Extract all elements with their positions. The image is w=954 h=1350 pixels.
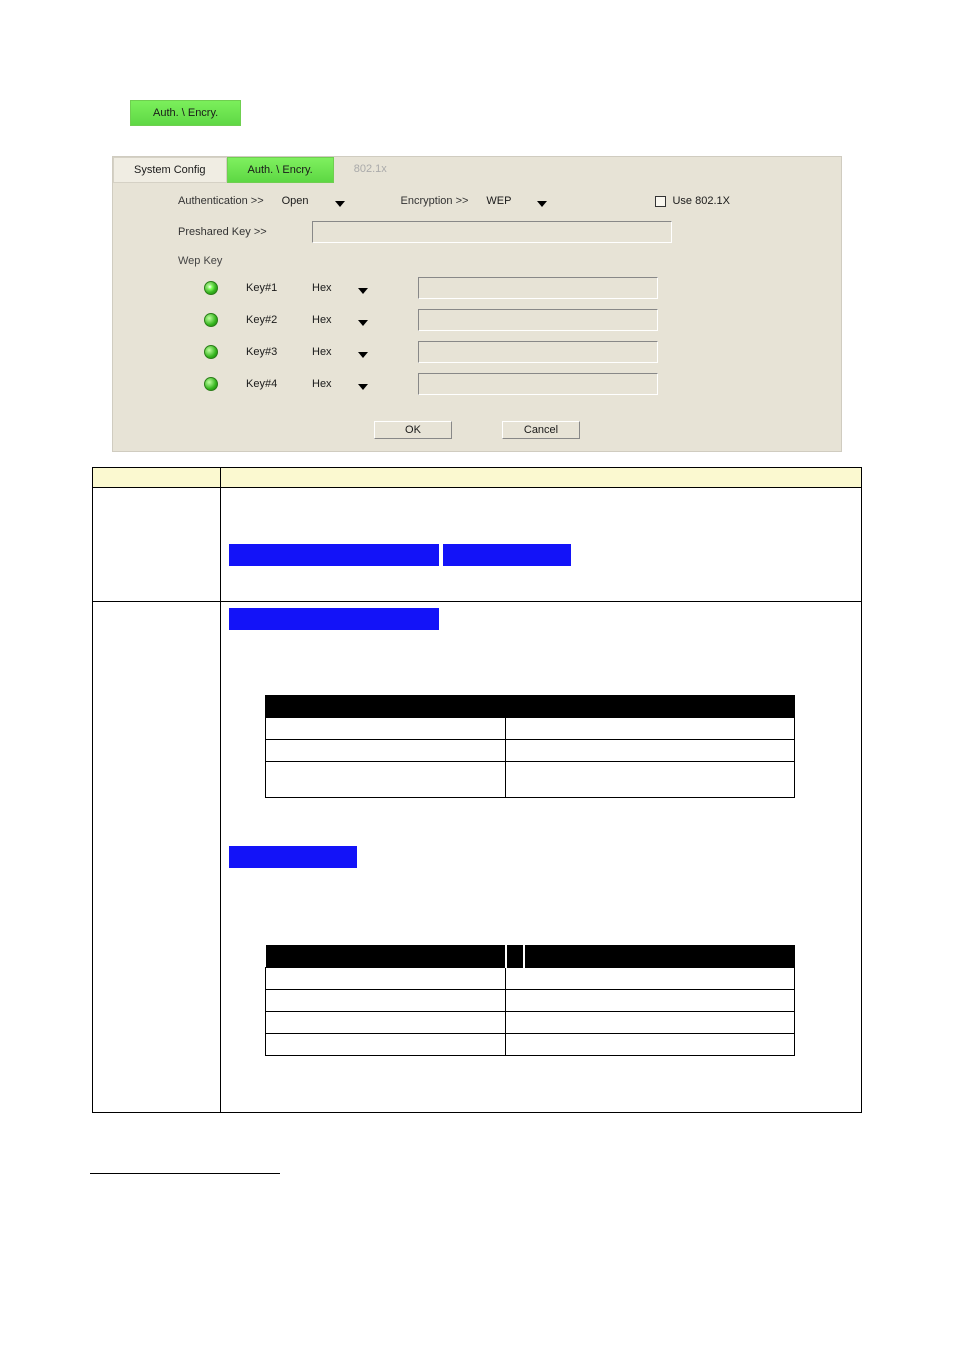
description-table-row-1	[93, 488, 862, 602]
preshared-key-row: Preshared Key >>	[178, 221, 821, 243]
wep-key-row-2: Key#2 Hex	[204, 309, 821, 331]
wep-key4-radio[interactable]	[204, 377, 218, 391]
description-table	[92, 467, 862, 1113]
checkbox-icon	[655, 196, 666, 207]
wep-key4-type-value: Hex	[312, 378, 332, 390]
use-8021x-label: Use 802.1X	[672, 195, 729, 207]
redacted-bar	[229, 608, 439, 630]
wep-key4-type-select[interactable]: Hex	[312, 378, 390, 390]
auth-encryption-row: Authentication >> Open Encryption >> WEP…	[178, 195, 821, 207]
inner-table-header	[266, 696, 795, 718]
encryption-value: WEP	[486, 195, 511, 207]
wep-key2-radio[interactable]	[204, 313, 218, 327]
authentication-label: Authentication >>	[178, 195, 264, 207]
wep-key1-radio[interactable]	[204, 281, 218, 295]
tab-8021x: 802.1x	[334, 157, 407, 183]
inner-table-row	[266, 762, 795, 798]
chevron-down-icon	[358, 381, 368, 387]
preshared-key-input[interactable]	[312, 221, 672, 243]
auth-encry-tab-example: Auth. \ Encry.	[130, 100, 241, 126]
chevron-down-icon	[358, 349, 368, 355]
wep-key1-input[interactable]	[418, 277, 658, 299]
wep-key1-type-value: Hex	[312, 282, 332, 294]
authentication-select[interactable]: Open	[282, 195, 345, 207]
encryption-select[interactable]: WEP	[486, 195, 547, 207]
wep-key3-radio[interactable]	[204, 345, 218, 359]
auth-encry-dialog: System Config Auth. \ Encry. 802.1x Auth…	[112, 156, 842, 452]
wep-key2-input[interactable]	[418, 309, 658, 331]
wep-key3-label: Key#3	[246, 346, 284, 358]
inner-table-header	[266, 946, 795, 968]
description-table-header	[93, 468, 862, 488]
inner-table-2	[265, 945, 795, 1056]
footnote-separator	[90, 1173, 280, 1174]
inner-table-row	[266, 1034, 795, 1056]
wep-key2-label: Key#2	[246, 314, 284, 326]
wep-key3-input[interactable]	[418, 341, 658, 363]
cancel-button[interactable]: Cancel	[502, 421, 580, 439]
wep-key4-input[interactable]	[418, 373, 658, 395]
tab-auth-encry[interactable]: Auth. \ Encry.	[227, 157, 334, 183]
inner-table-row	[266, 990, 795, 1012]
wep-key-row-4: Key#4 Hex	[204, 373, 821, 395]
inner-table-1	[265, 695, 795, 798]
encryption-label: Encryption >>	[401, 195, 469, 207]
redacted-bar	[229, 846, 357, 868]
chevron-down-icon	[358, 317, 368, 323]
redacted-bar	[443, 544, 571, 566]
chevron-down-icon	[358, 285, 368, 291]
wep-key4-label: Key#4	[246, 378, 284, 390]
wep-key-legend: Wep Key	[178, 255, 222, 267]
redacted-bar	[229, 544, 439, 566]
dialog-button-row: OK Cancel	[113, 417, 841, 451]
tab-strip: System Config Auth. \ Encry. 802.1x	[113, 157, 841, 183]
inner-table-row	[266, 740, 795, 762]
tab-system-config[interactable]: System Config	[113, 157, 227, 183]
wep-key-row-3: Key#3 Hex	[204, 341, 821, 363]
description-table-row-2	[93, 602, 862, 1113]
wep-key-row-1: Key#1 Hex	[204, 277, 821, 299]
chevron-down-icon	[335, 198, 345, 204]
wep-key2-type-select[interactable]: Hex	[312, 314, 390, 326]
chevron-down-icon	[537, 198, 547, 204]
inner-table-row	[266, 1012, 795, 1034]
use-8021x-checkbox[interactable]: Use 802.1X	[655, 195, 729, 207]
wep-key1-label: Key#1	[246, 282, 284, 294]
inner-table-row	[266, 968, 795, 990]
wep-key2-type-value: Hex	[312, 314, 332, 326]
wep-key1-type-select[interactable]: Hex	[312, 282, 390, 294]
wep-key-group: Wep Key Key#1 Hex Key#2 Hex	[178, 255, 821, 395]
wep-key3-type-select[interactable]: Hex	[312, 346, 390, 358]
ok-button[interactable]: OK	[374, 421, 452, 439]
inner-table-row	[266, 718, 795, 740]
wep-key3-type-value: Hex	[312, 346, 332, 358]
authentication-value: Open	[282, 195, 309, 207]
preshared-key-label: Preshared Key >>	[178, 226, 267, 238]
